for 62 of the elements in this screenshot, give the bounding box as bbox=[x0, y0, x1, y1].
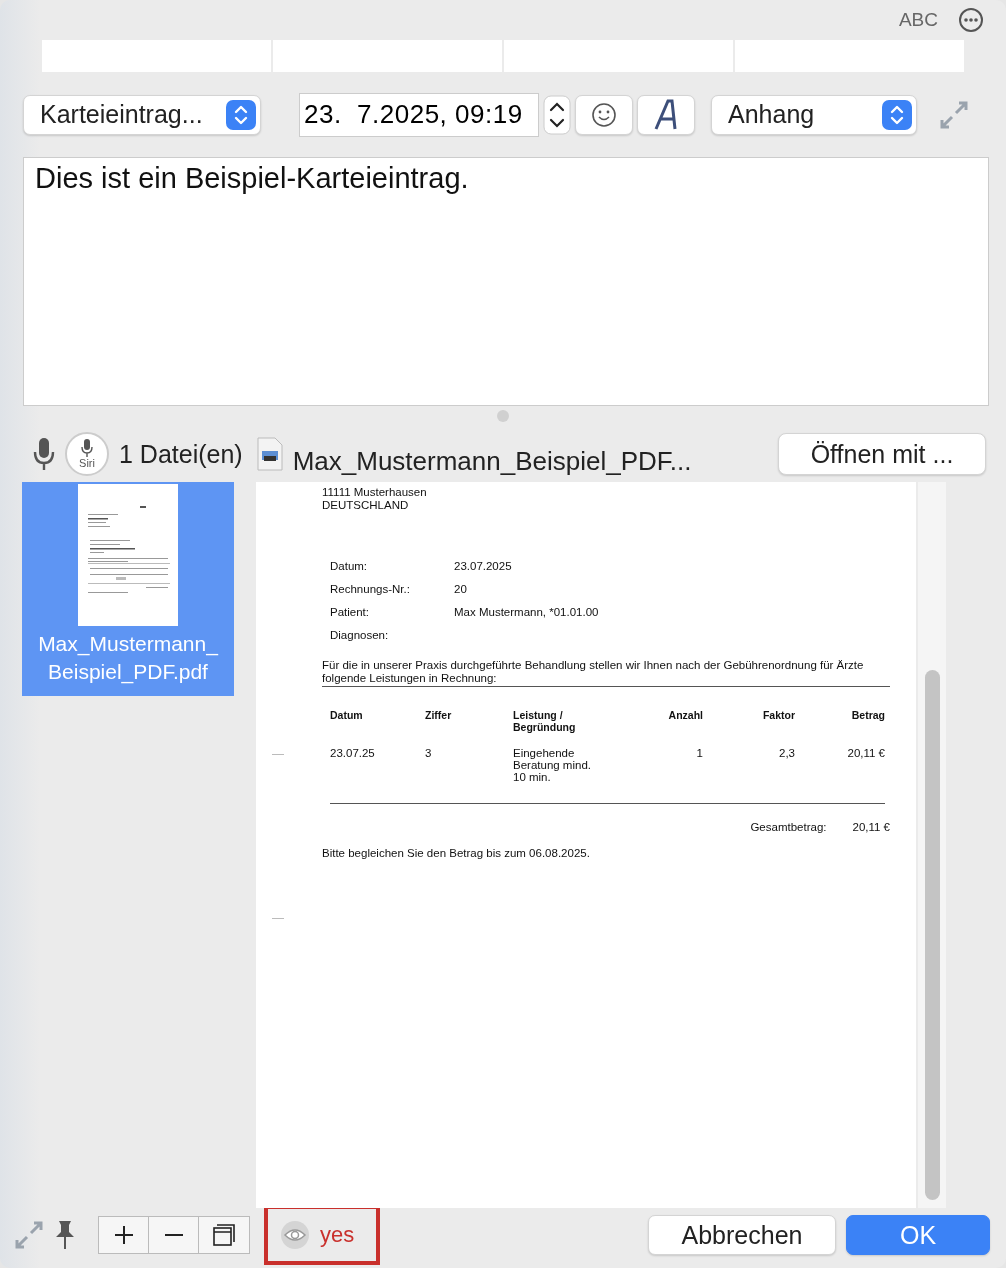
field-label: Diagnosen: bbox=[330, 628, 390, 643]
scrollbar-thumb[interactable] bbox=[924, 670, 940, 1200]
minus-icon bbox=[163, 1234, 184, 1236]
file-thumbnail-name: Max_Mustermann_Beispiel_PDF.pdf bbox=[38, 631, 218, 686]
address-line: DEUTSCHLAND bbox=[322, 499, 410, 512]
table-cell-text: 20,11 € bbox=[846, 747, 885, 761]
resize-handle[interactable] bbox=[497, 410, 509, 423]
plus-icon bbox=[113, 1225, 134, 1245]
column-header: Faktor bbox=[761, 709, 795, 723]
pin-icon[interactable] bbox=[54, 1219, 76, 1251]
attachment-select[interactable]: Anhang bbox=[711, 94, 917, 135]
window-icon bbox=[213, 1224, 235, 1246]
table-cell-text: 1 bbox=[695, 747, 703, 761]
emoji-button[interactable] bbox=[575, 94, 633, 135]
table-cell-text: 2,3 bbox=[778, 747, 795, 761]
font-button[interactable] bbox=[637, 94, 695, 135]
table-cell-text: Eingehende Beratung mind. 10 min. bbox=[513, 747, 592, 783]
eye-icon[interactable] bbox=[280, 1220, 310, 1250]
field-value: Max Mustermann, *01.01.00 bbox=[454, 605, 600, 620]
ok-button[interactable]: OK bbox=[846, 1215, 990, 1255]
address-line: 11111 Musterhausen bbox=[322, 486, 428, 499]
file-count: 1 Datei(en) bbox=[119, 439, 243, 469]
cancel-button[interactable]: Abbrechen bbox=[648, 1215, 836, 1255]
open-with-button[interactable]: Öffnen mit ... bbox=[778, 433, 986, 476]
payment-note: Bitte begleichen Sie den Betrag bis zum 06.08.2025. bbox=[322, 847, 591, 859]
column-header: Leistung / Begründung bbox=[513, 709, 577, 733]
column-header: Betrag bbox=[850, 709, 885, 723]
document-icon bbox=[256, 437, 283, 472]
total-value: 20,11 € bbox=[852, 821, 890, 833]
margin-mark bbox=[272, 754, 284, 755]
smiley-icon bbox=[591, 101, 617, 128]
column-header: Ziffer bbox=[425, 709, 453, 723]
field-label: Rechnungs-Nr.: bbox=[330, 582, 411, 597]
microphone-icon[interactable] bbox=[33, 436, 55, 473]
field-value: 23.07.2025 bbox=[454, 559, 513, 574]
intro-paragraph: Für die in unserer Praxis durchgeführte Behandlung stellen wir Ihnen nach der Gebührenordnung für Ärzte folgende Leistungen in Rechnung: bbox=[322, 659, 890, 687]
expand-icon[interactable] bbox=[939, 99, 969, 130]
spelling-label[interactable]: ABC bbox=[898, 8, 938, 31]
margin-mark bbox=[272, 918, 284, 919]
microphone-icon bbox=[81, 439, 93, 458]
file-name: Max_Mustermann_Beispiel_PDF... bbox=[292, 445, 692, 477]
field-label: Datum: bbox=[330, 559, 369, 574]
expand-icon[interactable] bbox=[14, 1220, 44, 1250]
total-label: Gesamtbetrag: bbox=[750, 821, 827, 833]
entry-type-select[interactable]: Karteieintrag... bbox=[23, 94, 261, 135]
siri-button[interactable]: Siri bbox=[65, 432, 109, 477]
window-button[interactable] bbox=[199, 1217, 249, 1253]
chevron-updown-icon bbox=[226, 99, 256, 130]
table-cell-text: 23.07.25 bbox=[330, 747, 376, 761]
more-icon[interactable] bbox=[958, 6, 984, 33]
field-label: Patient: bbox=[330, 605, 370, 620]
add-button[interactable] bbox=[99, 1217, 149, 1253]
column-header: Anzahl bbox=[667, 709, 703, 723]
stepper-icon[interactable] bbox=[543, 94, 571, 135]
font-icon bbox=[653, 98, 679, 131]
status-text: yes bbox=[320, 1222, 355, 1248]
field-value: 20 bbox=[454, 582, 468, 597]
date-field[interactable]: 23. 7.2025, 09:19 bbox=[299, 92, 539, 137]
chevron-updown-icon bbox=[882, 99, 912, 130]
column-header: Datum bbox=[330, 709, 364, 723]
table-cell-text: 3 bbox=[425, 747, 433, 761]
note-text-area[interactable]: Dies ist ein Beispiel-Karteieintrag. bbox=[23, 157, 989, 407]
